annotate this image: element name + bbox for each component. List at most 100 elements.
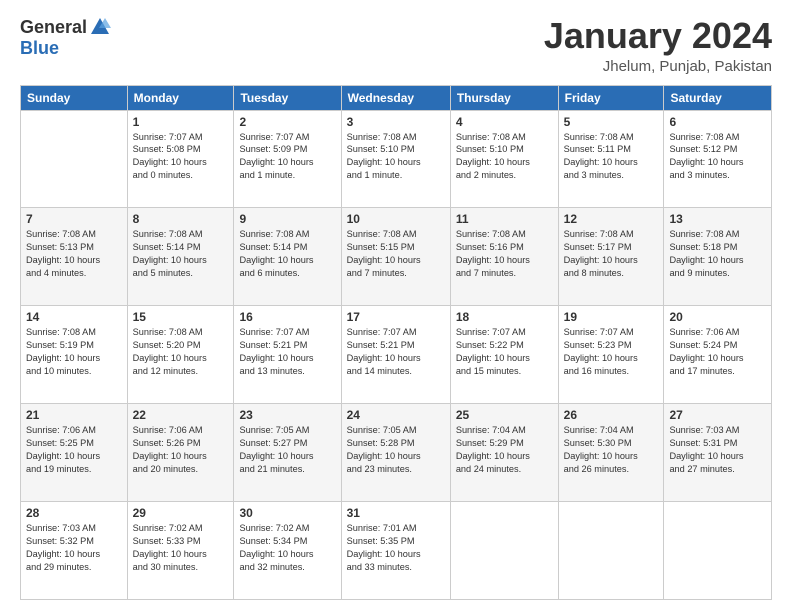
day-number: 30 xyxy=(239,506,335,520)
page: General Blue January 2024 Jhelum, Punjab… xyxy=(0,0,792,612)
day-number: 16 xyxy=(239,310,335,324)
day-info: Sunrise: 7:08 AM Sunset: 5:12 PM Dayligh… xyxy=(669,131,766,183)
day-number: 12 xyxy=(564,212,659,226)
day-info: Sunrise: 7:08 AM Sunset: 5:10 PM Dayligh… xyxy=(456,131,553,183)
day-info: Sunrise: 7:07 AM Sunset: 5:08 PM Dayligh… xyxy=(133,131,229,183)
day-header-thursday: Thursday xyxy=(450,85,558,110)
calendar-cell xyxy=(21,110,128,208)
day-number: 6 xyxy=(669,115,766,129)
day-number: 28 xyxy=(26,506,122,520)
day-number: 22 xyxy=(133,408,229,422)
logo-general-text: General xyxy=(20,17,87,38)
day-number: 8 xyxy=(133,212,229,226)
calendar-cell xyxy=(450,502,558,600)
day-number: 20 xyxy=(669,310,766,324)
location: Jhelum, Punjab, Pakistan xyxy=(544,58,772,75)
day-number: 9 xyxy=(239,212,335,226)
day-number: 5 xyxy=(564,115,659,129)
calendar-cell: 29Sunrise: 7:02 AM Sunset: 5:33 PM Dayli… xyxy=(127,502,234,600)
day-info: Sunrise: 7:06 AM Sunset: 5:24 PM Dayligh… xyxy=(669,326,766,378)
month-title: January 2024 xyxy=(544,16,772,56)
calendar-cell: 16 Sunrise: 7:07 AM Sunset: 5:21 PM Dayli… xyxy=(234,306,341,404)
week-row-4: 21Sunrise: 7:06 AM Sunset: 5:25 PM Dayli… xyxy=(21,404,772,502)
day-info: Sunrise: 7:02 AM Sunset: 5:33 PM Dayligh… xyxy=(133,522,229,574)
logo-blue-text: Blue xyxy=(20,38,59,59)
day-info: Sunrise: 7:03 AM Sunset: 5:31 PM Dayligh… xyxy=(669,424,766,476)
day-number: 25 xyxy=(456,408,553,422)
calendar-cell xyxy=(664,502,772,600)
day-number: 18 xyxy=(456,310,553,324)
day-header-friday: Friday xyxy=(558,85,664,110)
day-info: Sunrise: 7:08 AM Sunset: 5:14 PM Dayligh… xyxy=(133,228,229,280)
title-section: January 2024 Jhelum, Punjab, Pakistan xyxy=(544,16,772,75)
day-info: Sunrise: 7:05 AM Sunset: 5:28 PM Dayligh… xyxy=(347,424,445,476)
week-row-1: 1 Sunrise: 7:07 AM Sunset: 5:08 PM Daylig… xyxy=(21,110,772,208)
day-number: 1 xyxy=(133,115,229,129)
day-info: Sunrise: 7:07 AM Sunset: 5:21 PM Dayligh… xyxy=(347,326,445,378)
calendar-cell: 27 Sunrise: 7:03 AM Sunset: 5:31 PM Dayli… xyxy=(664,404,772,502)
calendar-cell: 8 Sunrise: 7:08 AM Sunset: 5:14 PM Daylig… xyxy=(127,208,234,306)
day-number: 3 xyxy=(347,115,445,129)
calendar-cell: 23 Sunrise: 7:05 AM Sunset: 5:27 PM Dayli… xyxy=(234,404,341,502)
day-info: Sunrise: 7:03 AM Sunset: 5:32 PM Dayligh… xyxy=(26,522,122,574)
day-number: 14 xyxy=(26,310,122,324)
day-number: 24 xyxy=(347,408,445,422)
day-number: 31 xyxy=(347,506,445,520)
calendar-cell: 12 Sunrise: 7:08 AM Sunset: 5:17 PM Dayli… xyxy=(558,208,664,306)
day-number: 10 xyxy=(347,212,445,226)
day-number: 19 xyxy=(564,310,659,324)
day-number: 27 xyxy=(669,408,766,422)
day-number: 11 xyxy=(456,212,553,226)
logo: General Blue xyxy=(20,16,111,59)
calendar-cell: 10Sunrise: 7:08 AM Sunset: 5:15 PM Dayli… xyxy=(341,208,450,306)
calendar-cell: 22 Sunrise: 7:06 AM Sunset: 5:26 PM Dayli… xyxy=(127,404,234,502)
calendar-cell xyxy=(558,502,664,600)
calendar-cell: 19 Sunrise: 7:07 AM Sunset: 5:23 PM Dayli… xyxy=(558,306,664,404)
calendar-cell: 13Sunrise: 7:08 AM Sunset: 5:18 PM Dayli… xyxy=(664,208,772,306)
week-row-3: 14Sunrise: 7:08 AM Sunset: 5:19 PM Dayli… xyxy=(21,306,772,404)
calendar-cell: 14Sunrise: 7:08 AM Sunset: 5:19 PM Dayli… xyxy=(21,306,128,404)
calendar-cell: 31 Sunrise: 7:01 AM Sunset: 5:35 PM Dayli… xyxy=(341,502,450,600)
calendar-cell: 26Sunrise: 7:04 AM Sunset: 5:30 PM Dayli… xyxy=(558,404,664,502)
day-info: Sunrise: 7:05 AM Sunset: 5:27 PM Dayligh… xyxy=(239,424,335,476)
day-info: Sunrise: 7:08 AM Sunset: 5:10 PM Dayligh… xyxy=(347,131,445,183)
day-info: Sunrise: 7:08 AM Sunset: 5:14 PM Dayligh… xyxy=(239,228,335,280)
day-number: 23 xyxy=(239,408,335,422)
calendar-cell: 30Sunrise: 7:02 AM Sunset: 5:34 PM Dayli… xyxy=(234,502,341,600)
day-info: Sunrise: 7:06 AM Sunset: 5:25 PM Dayligh… xyxy=(26,424,122,476)
calendar-header-row: SundayMondayTuesdayWednesdayThursdayFrid… xyxy=(21,85,772,110)
calendar-cell: 18Sunrise: 7:07 AM Sunset: 5:22 PM Dayli… xyxy=(450,306,558,404)
calendar-cell: 4 Sunrise: 7:08 AM Sunset: 5:10 PM Daylig… xyxy=(450,110,558,208)
day-header-wednesday: Wednesday xyxy=(341,85,450,110)
calendar-cell: 24 Sunrise: 7:05 AM Sunset: 5:28 PM Dayli… xyxy=(341,404,450,502)
calendar-cell: 3 Sunrise: 7:08 AM Sunset: 5:10 PM Daylig… xyxy=(341,110,450,208)
calendar-cell: 20 Sunrise: 7:06 AM Sunset: 5:24 PM Dayli… xyxy=(664,306,772,404)
day-info: Sunrise: 7:01 AM Sunset: 5:35 PM Dayligh… xyxy=(347,522,445,574)
calendar-cell: 11Sunrise: 7:08 AM Sunset: 5:16 PM Dayli… xyxy=(450,208,558,306)
calendar-cell: 25 Sunrise: 7:04 AM Sunset: 5:29 PM Dayli… xyxy=(450,404,558,502)
day-info: Sunrise: 7:08 AM Sunset: 5:20 PM Dayligh… xyxy=(133,326,229,378)
day-info: Sunrise: 7:07 AM Sunset: 5:21 PM Dayligh… xyxy=(239,326,335,378)
day-number: 2 xyxy=(239,115,335,129)
calendar-cell: 17 Sunrise: 7:07 AM Sunset: 5:21 PM Dayli… xyxy=(341,306,450,404)
calendar-cell: 2 Sunrise: 7:07 AM Sunset: 5:09 PM Daylig… xyxy=(234,110,341,208)
calendar-cell: 15Sunrise: 7:08 AM Sunset: 5:20 PM Dayli… xyxy=(127,306,234,404)
calendar-cell: 6 Sunrise: 7:08 AM Sunset: 5:12 PM Daylig… xyxy=(664,110,772,208)
day-info: Sunrise: 7:08 AM Sunset: 5:13 PM Dayligh… xyxy=(26,228,122,280)
day-header-tuesday: Tuesday xyxy=(234,85,341,110)
calendar-cell: 5 Sunrise: 7:08 AM Sunset: 5:11 PM Daylig… xyxy=(558,110,664,208)
day-info: Sunrise: 7:04 AM Sunset: 5:29 PM Dayligh… xyxy=(456,424,553,476)
day-info: Sunrise: 7:08 AM Sunset: 5:17 PM Dayligh… xyxy=(564,228,659,280)
day-number: 13 xyxy=(669,212,766,226)
calendar-cell: 21Sunrise: 7:06 AM Sunset: 5:25 PM Dayli… xyxy=(21,404,128,502)
day-info: Sunrise: 7:07 AM Sunset: 5:23 PM Dayligh… xyxy=(564,326,659,378)
day-info: Sunrise: 7:06 AM Sunset: 5:26 PM Dayligh… xyxy=(133,424,229,476)
day-info: Sunrise: 7:07 AM Sunset: 5:09 PM Dayligh… xyxy=(239,131,335,183)
day-info: Sunrise: 7:04 AM Sunset: 5:30 PM Dayligh… xyxy=(564,424,659,476)
calendar-cell: 7 Sunrise: 7:08 AM Sunset: 5:13 PM Daylig… xyxy=(21,208,128,306)
day-number: 17 xyxy=(347,310,445,324)
day-info: Sunrise: 7:08 AM Sunset: 5:11 PM Dayligh… xyxy=(564,131,659,183)
day-number: 7 xyxy=(26,212,122,226)
day-number: 4 xyxy=(456,115,553,129)
header: General Blue January 2024 Jhelum, Punjab… xyxy=(20,16,772,75)
